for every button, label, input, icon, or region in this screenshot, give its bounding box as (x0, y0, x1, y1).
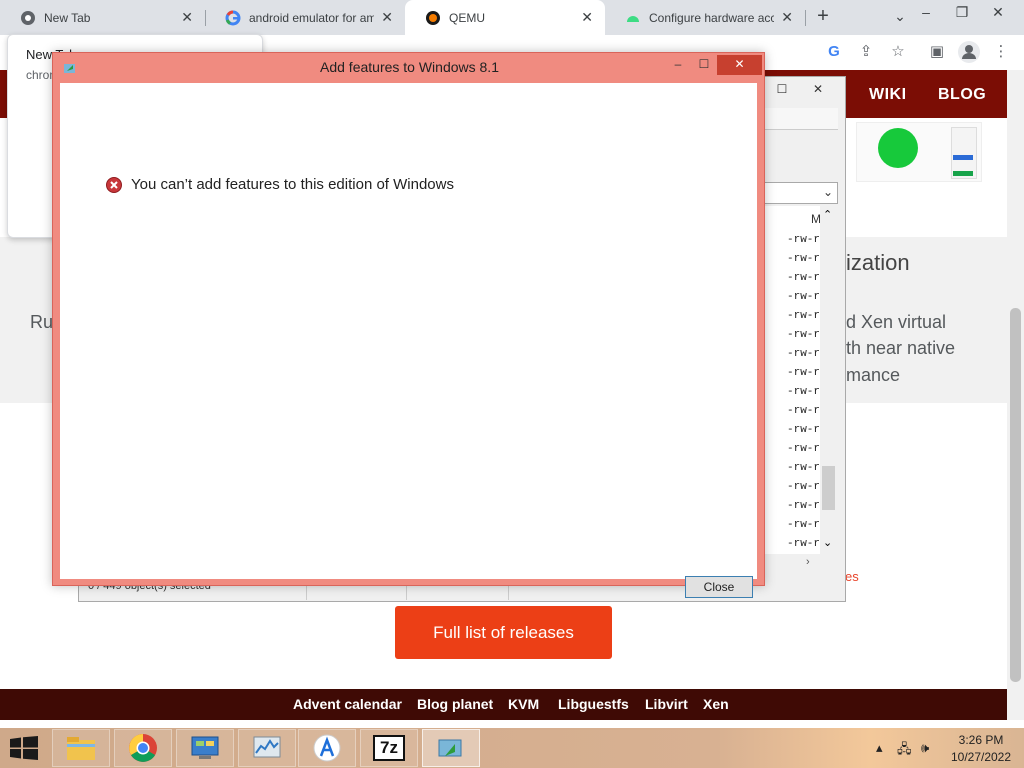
tab-title: New Tab (44, 10, 91, 25)
paragraph-fragment-left: Ru (30, 312, 54, 332)
dialog-maximize-icon[interactable]: ☐ (691, 55, 717, 75)
tab-title: QEMU (449, 10, 485, 25)
taskbar-file-explorer[interactable] (52, 729, 110, 767)
tab-close-icon[interactable]: ✕ (181, 9, 193, 26)
clock-time[interactable]: 3:26 PM (956, 733, 1006, 747)
chevron-down-icon: ⌄ (822, 185, 833, 199)
clock-date[interactable]: 10/27/2022 (950, 750, 1012, 764)
android-studio-icon (313, 734, 341, 762)
android-icon (627, 15, 639, 22)
tab-android-emulator[interactable]: android emulator for am ✕ (205, 0, 405, 35)
tab-close-icon[interactable]: ✕ (781, 9, 793, 26)
new-tab-button[interactable]: + (812, 5, 834, 27)
dialog-content: You can’t add features to this edition o… (60, 83, 757, 598)
tab-title: Configure hardware acce (649, 10, 774, 25)
taskbar-control-panel[interactable] (176, 729, 234, 767)
close-button[interactable]: Close (685, 576, 753, 598)
taskbar-android-studio[interactable] (298, 729, 356, 767)
paragraph-line: th near native (846, 338, 956, 358)
google-icon (225, 10, 241, 25)
chrome-icon (21, 10, 35, 25)
nav-wiki-link[interactable]: WIKI (869, 86, 907, 104)
tab-title: android emulator for am (249, 10, 374, 25)
taskbar-chrome[interactable] (114, 729, 172, 767)
tab-divider (805, 10, 806, 26)
fm-close-icon[interactable]: ✕ (800, 80, 836, 98)
fm-scrollbar-thumb[interactable] (822, 466, 835, 510)
7zip-icon: 7z (373, 735, 405, 761)
full-list-of-releases-button[interactable]: Full list of releases (395, 606, 612, 659)
hero-green-circle (878, 128, 918, 168)
page-scrollbar-thumb[interactable] (1010, 308, 1021, 682)
paragraph-line: mance (846, 365, 901, 385)
taskbar-7zip[interactable]: 7z (360, 729, 418, 767)
tab-new-tab[interactable]: New Tab ✕ (0, 0, 205, 35)
fm-toolbar-area (764, 130, 838, 180)
bookmark-star-icon[interactable]: ☆ (889, 43, 907, 61)
nav-blog-link[interactable]: BLOG (938, 86, 986, 104)
paragraph-line: d Xen virtual (846, 312, 947, 332)
add-features-icon (438, 739, 462, 757)
scroll-up-icon[interactable]: ⌃ (823, 208, 832, 221)
taskbar-performance-monitor[interactable] (238, 729, 296, 767)
profile-avatar-icon[interactable] (958, 41, 980, 63)
dialog-minimize-icon[interactable]: ‒ (665, 55, 691, 75)
section-heading-fragment: ization (846, 250, 910, 275)
tab-search-icon[interactable]: ⌄ (888, 8, 912, 25)
restore-icon[interactable]: ❐ (950, 4, 974, 21)
add-features-dialog: Add features to Windows 8.1 ‒ ☐ ✕ You ca… (52, 52, 765, 598)
tab-qemu[interactable]: QEMU ✕ (405, 0, 605, 35)
footer-link-advent-calendar[interactable]: Advent calendar (293, 696, 402, 712)
network-icon[interactable]: 🖧 (897, 740, 912, 762)
hero-screenshot-image (856, 122, 982, 182)
dialog-close-icon[interactable]: ✕ (717, 55, 762, 75)
scroll-right-icon[interactable]: › (806, 556, 810, 568)
footer-link-xen[interactable]: Xen (703, 696, 729, 712)
browser-menu-icon[interactable]: ⋮ (992, 43, 1010, 61)
start-button-windows-icon[interactable] (10, 736, 38, 760)
side-panel-icon[interactable]: ▣ (928, 43, 946, 61)
footer-link-libvirt[interactable]: Libvirt (645, 696, 688, 712)
footer-link-libguestfs[interactable]: Libguestfs (558, 696, 629, 712)
scroll-down-icon[interactable]: ⌄ (823, 536, 832, 549)
volume-icon[interactable]: 🕪 (921, 740, 929, 756)
fm-path-combobox[interactable]: ⌄ (764, 182, 838, 204)
dialog-title: Add features to Windows 8.1 (320, 59, 499, 75)
fm-toolbar (764, 108, 838, 130)
close-window-icon[interactable]: ✕ (986, 4, 1010, 21)
tab-close-icon[interactable]: ✕ (381, 9, 393, 26)
footer-link-kvm[interactable]: KVM (508, 696, 539, 712)
error-icon (106, 177, 122, 193)
minimize-icon[interactable]: ‒ (914, 4, 938, 20)
taskbar-add-features[interactable] (422, 729, 480, 767)
footer-link-blog-planet[interactable]: Blog planet (417, 696, 493, 712)
chrome-icon (129, 734, 157, 762)
file-explorer-icon (67, 737, 95, 760)
tab-configure-hardware[interactable]: Configure hardware acce ✕ (605, 0, 805, 35)
fm-maximize-icon[interactable]: ☐ (764, 80, 800, 98)
control-panel-icon (191, 736, 219, 759)
performance-monitor-icon (253, 736, 281, 758)
dialog-error-message: You can’t add features to this edition o… (131, 176, 454, 193)
tab-close-icon[interactable]: ✕ (581, 9, 593, 26)
site-footer (0, 689, 1007, 720)
show-hidden-icons-icon[interactable]: ▴ (876, 740, 883, 756)
google-lens-icon[interactable]: G (825, 43, 843, 61)
share-icon[interactable]: ⇪ (857, 43, 875, 61)
releases-link-fragment[interactable]: es (845, 569, 859, 584)
qemu-icon (426, 10, 440, 25)
